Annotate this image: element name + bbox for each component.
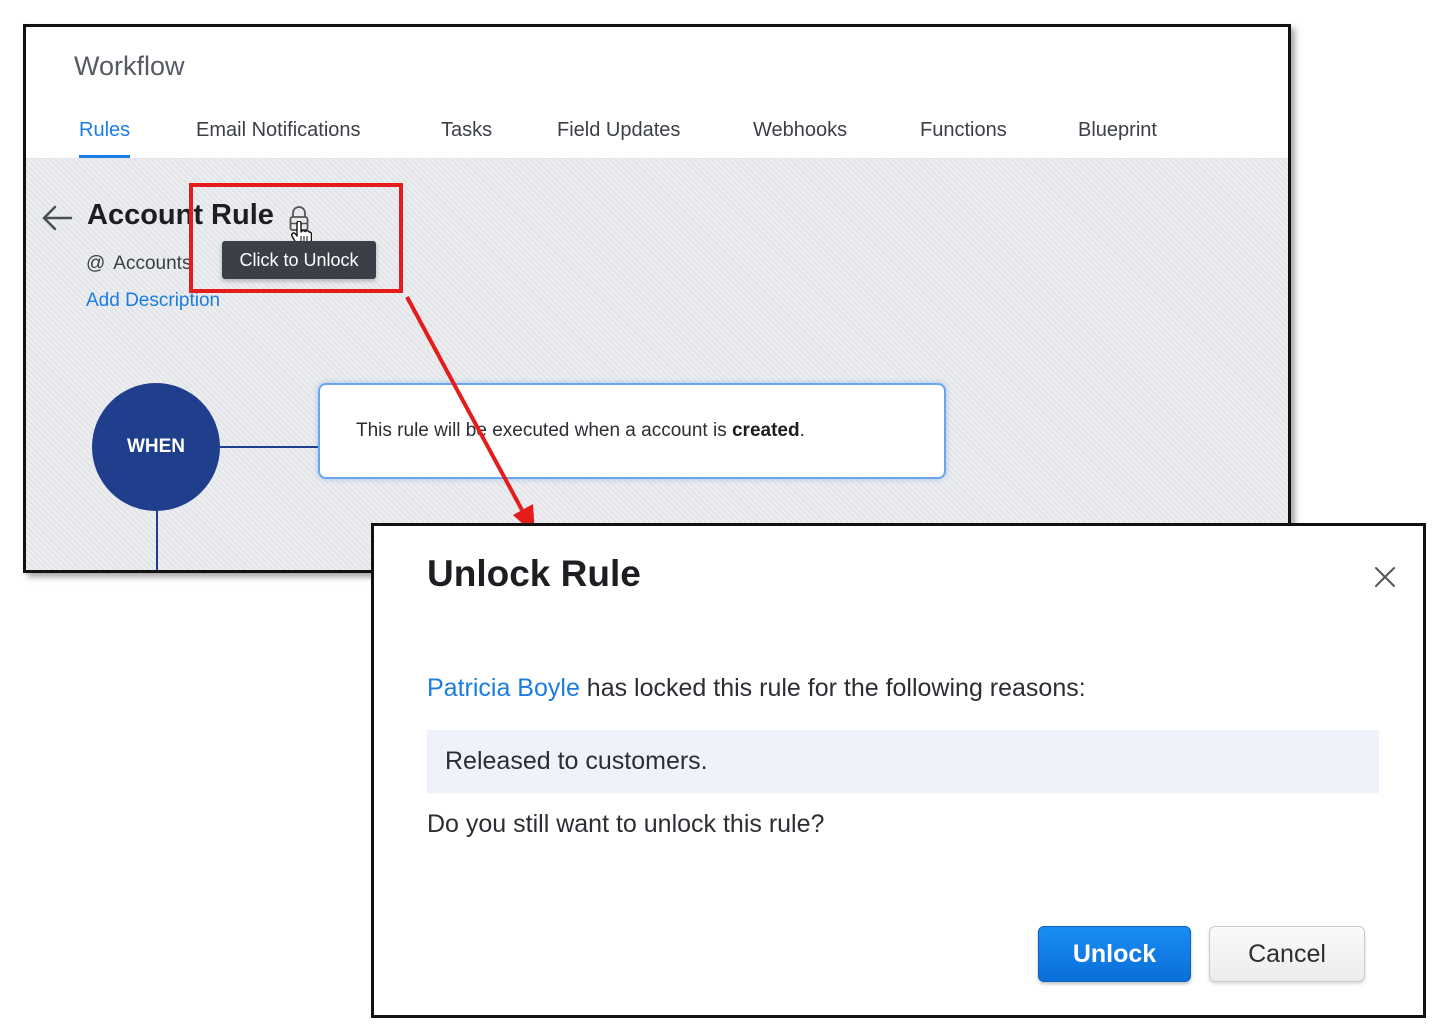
lock-reason: Released to customers. [427, 730, 1379, 793]
at-symbol: @ [86, 253, 106, 274]
condition-event: created [731, 420, 800, 441]
flow-connector [220, 446, 318, 448]
module-name: Accounts [113, 253, 192, 274]
add-description-link[interactable]: Add Description [86, 290, 220, 312]
cancel-button[interactable]: Cancel [1209, 926, 1365, 982]
unlock-rule-dialog: Unlock Rule Patricia Boyle has locked th… [371, 523, 1426, 1018]
locked-by-text: has locked this rule for the following r… [579, 674, 1086, 702]
when-node[interactable]: WHEN [92, 383, 220, 511]
tab-field-updates[interactable]: Field Updates [557, 119, 680, 142]
tab-rules[interactable]: Rules [79, 119, 131, 158]
locked-by-message: Patricia Boyle has locked this rule for … [427, 674, 1086, 703]
tab-blueprint[interactable]: Blueprint [1078, 119, 1157, 142]
tab-email-notifications[interactable]: Email Notifications [196, 119, 361, 142]
workflow-screen: Workflow Rules Email Notifications Tasks… [23, 24, 1291, 573]
tab-tasks[interactable]: Tasks [441, 119, 492, 142]
trigger-condition-text: This rule will be executed when a accoun… [356, 420, 805, 442]
rule-module: @ Accounts [86, 253, 191, 275]
condition-prefix: This rule will be executed when a accoun… [356, 420, 732, 441]
rule-title: Account Rule [87, 199, 274, 231]
rule-workspace: Account Rule @ Accounts Add Description C… [26, 159, 1288, 570]
unlock-button[interactable]: Unlock [1038, 926, 1191, 982]
close-icon[interactable] [1372, 564, 1398, 590]
trigger-condition-card[interactable]: This rule will be executed when a accoun… [318, 383, 946, 479]
app-header: Workflow Rules Email Notifications Tasks… [26, 27, 1288, 159]
locked-by-user-link[interactable]: Patricia Boyle [427, 674, 580, 702]
arrow-left-icon[interactable] [40, 203, 74, 233]
confirm-question: Do you still want to unlock this rule? [427, 810, 825, 838]
dialog-title: Unlock Rule [427, 553, 641, 594]
tab-webhooks[interactable]: Webhooks [753, 119, 847, 142]
flow-connector [156, 511, 158, 570]
condition-suffix: . [799, 420, 805, 441]
tab-functions[interactable]: Functions [920, 119, 1007, 142]
app-title: Workflow [74, 51, 185, 81]
unlock-tooltip: Click to Unlock [222, 241, 376, 279]
